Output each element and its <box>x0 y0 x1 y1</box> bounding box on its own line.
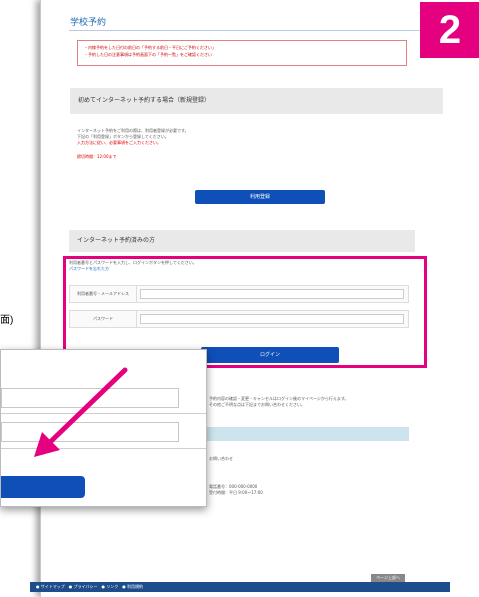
register-button[interactable]: 利用登録 <box>195 190 325 204</box>
section1-note: 締切時間：12:00まで <box>77 154 117 159</box>
section1-text: インターネット予約をご利用の際は、利用者登録が必要です。 下記の「利用登録」ボタ… <box>77 128 407 160</box>
notice-line-2: ・予約した日の注意事項は予約画面下の「予約一覧」をご確認ください <box>84 52 212 57</box>
section1-red-text: 入力方法に従い、必要事項をご入力ください。 <box>77 140 161 145</box>
user-id-input[interactable] <box>140 289 404 299</box>
lower-text-1: 予約内容の確認・変更・キャンセルはログイン後のマイページから行えます。 その他ご… <box>209 396 429 408</box>
zoom-password-input[interactable] <box>1 422 179 442</box>
footer-links[interactable]: ● サイトマップ ● プライバシー ● リンク ● 利用規約 <box>30 582 450 592</box>
lower-line-3: お問い合わせ <box>209 456 233 461</box>
notice-box: ・内線予約をした日付の前日の「予約する前日・平日にご予約ください」 ・予約した日… <box>77 40 407 66</box>
side-label: 面) <box>0 315 14 326</box>
zoom-login-button[interactable] <box>1 476 85 498</box>
section-heading-login: インターネット予約済みの方 <box>69 230 415 252</box>
login-button[interactable]: ログイン <box>201 347 339 363</box>
notice-line-1: ・内線予約をした日付の前日の「予約する前日・平日にご予約ください」 <box>84 45 216 50</box>
lower-line-5: 受付時間：平日 9:00〜17:00 <box>209 490 263 495</box>
login-desc: 利用者番号とパスワードを入力し、ログインボタンを押してください。 パスワードを忘… <box>69 260 399 272</box>
lower-text-3: 電話番号：000-000-0000 受付時間：平日 9:00〜17:00 <box>209 484 429 496</box>
login-zoom-callout <box>0 349 207 507</box>
password-label: パスワード <box>70 311 137 327</box>
lower-text-2: お問い合わせ <box>209 456 429 462</box>
info-bar <box>207 427 409 441</box>
forgot-password-link[interactable]: パスワードを忘れた方 <box>69 266 399 272</box>
user-id-label: 利用者番号・メールアドレス <box>70 286 137 302</box>
page-title: 学校予約 <box>70 18 107 28</box>
user-id-row: 利用者番号・メールアドレス <box>69 285 409 303</box>
zoom-row-divider-2 <box>1 448 206 449</box>
website-screenshot: 学校予約 2 ・内線予約をした日付の前日の「予約する前日・平日にご予約ください」… <box>30 0 479 597</box>
zoom-row-divider <box>1 413 206 414</box>
zoom-user-id-input[interactable] <box>1 388 179 408</box>
password-row: パスワード <box>69 310 409 328</box>
page-top-button[interactable]: ページ上部へ <box>371 574 405 582</box>
title-underline <box>69 30 439 31</box>
password-input[interactable] <box>140 314 404 324</box>
lower-line-2: その他ご不明な点は下記までお問い合わせください。 <box>209 402 305 407</box>
step-badge: 2 <box>420 2 479 58</box>
section-heading-new: 初めてインターネット予約する場合（新規登録） <box>70 88 443 114</box>
